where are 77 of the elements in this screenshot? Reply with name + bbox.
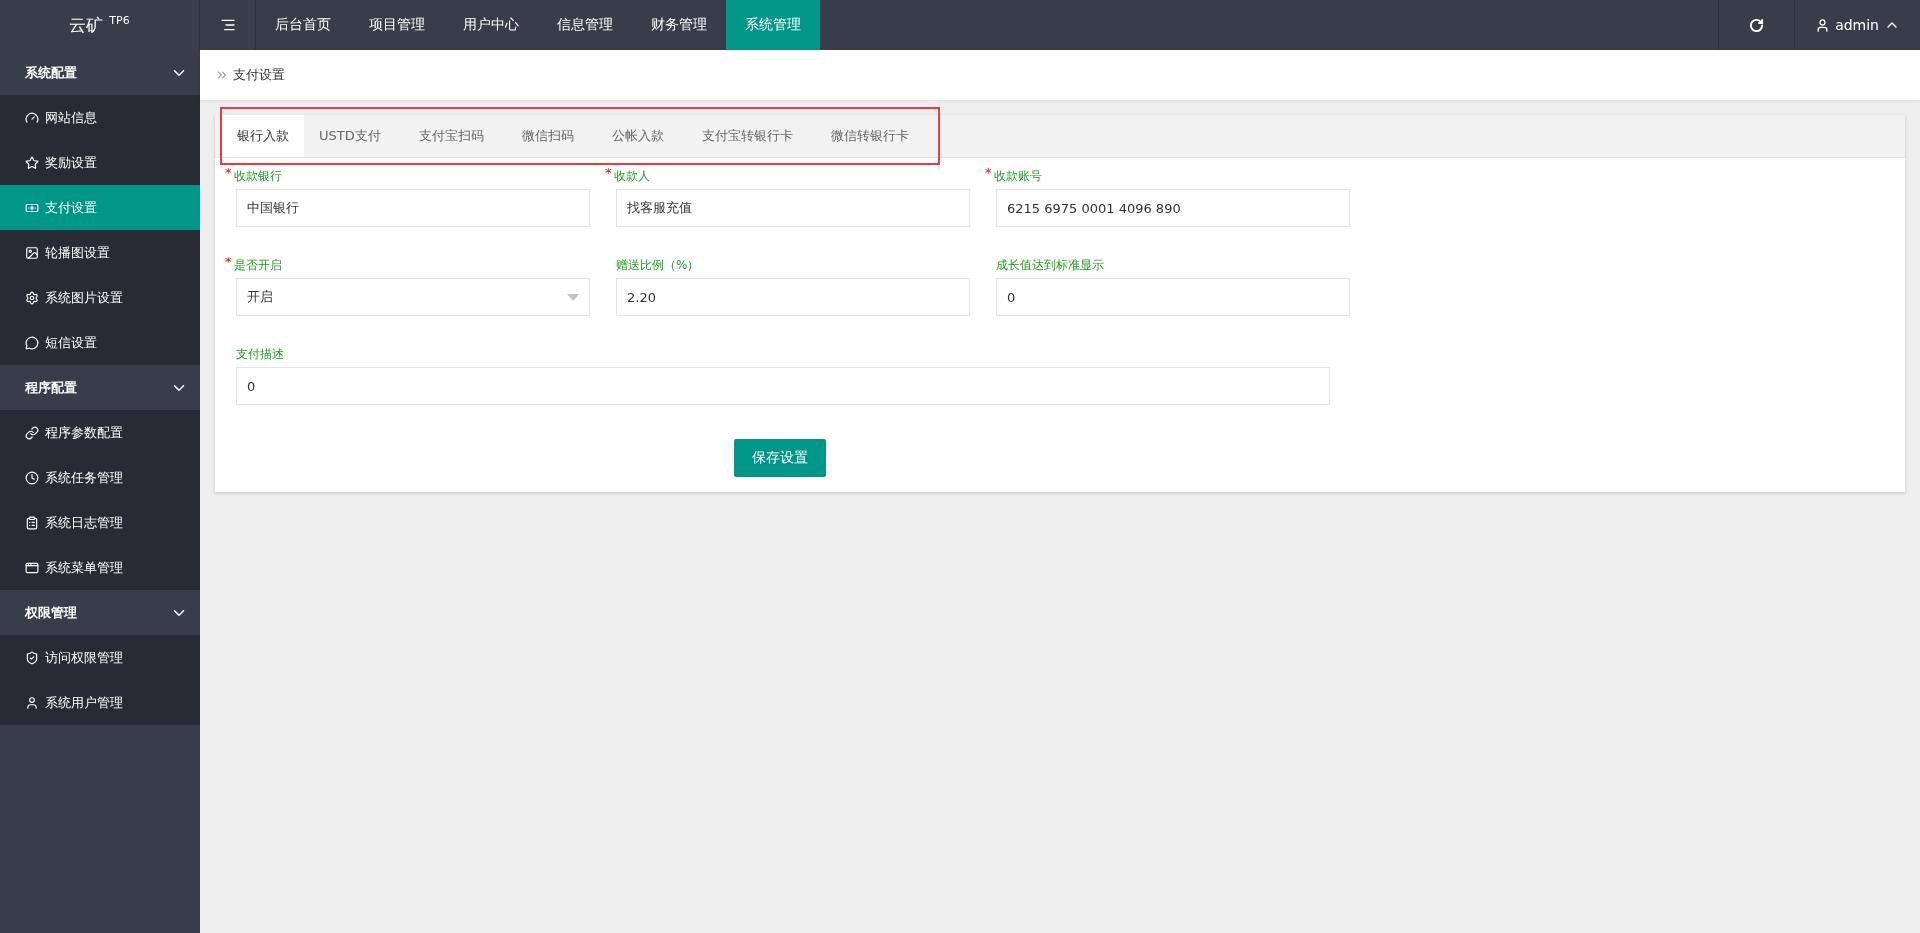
- logo-text: 云矿 $^{TP6}$: [69, 13, 130, 37]
- nav-item[interactable]: 项目管理: [350, 0, 444, 50]
- sidebar-item[interactable]: 系统图片设置: [0, 275, 200, 320]
- sidebar-item-label: 系统图片设置: [45, 288, 123, 307]
- field-label: 收款银行: [233, 168, 282, 185]
- clipboard-icon: [25, 515, 39, 530]
- sidebar-group[interactable]: 程序配置: [25, 378, 77, 397]
- window-icon: [25, 560, 39, 575]
- sidebar-item[interactable]: 系统菜单管理: [0, 545, 200, 590]
- input-field[interactable]: 找客服充值: [616, 189, 970, 227]
- sidebar-item-label: 网站信息: [45, 108, 97, 127]
- tab[interactable]: 银行入款: [222, 115, 304, 157]
- field-label: 支付描述: [236, 346, 284, 363]
- sidebar-group[interactable]: 系统配置: [25, 63, 77, 82]
- field-label: 赠送比例（%）: [616, 257, 700, 274]
- sidebar-item-label: 系统用户管理: [45, 693, 123, 712]
- field-label: 收款人: [613, 168, 650, 185]
- sidebar-item[interactable]: 访问权限管理: [0, 635, 200, 680]
- required-mark: *: [605, 168, 612, 178]
- breadcrumb[interactable]: 支付设置: [233, 66, 285, 84]
- refresh-icon[interactable]: [1749, 17, 1765, 33]
- user-icon: [25, 695, 39, 710]
- select-field[interactable]: 开启: [236, 278, 590, 316]
- sidebar-item-label: 系统任务管理: [45, 468, 123, 487]
- field-label: 成长值达到标准显示: [996, 257, 1104, 274]
- input-field[interactable]: 0: [236, 367, 1330, 405]
- gauge-icon: [25, 110, 39, 125]
- nav-item[interactable]: 财务管理: [632, 0, 726, 50]
- tab[interactable]: 支付宝扫码: [403, 115, 499, 157]
- shield-icon: [25, 650, 39, 665]
- field-label: 收款账号: [993, 168, 1042, 185]
- sidebar-item[interactable]: 轮播图设置: [0, 230, 200, 275]
- clock-icon: [25, 470, 39, 485]
- tab[interactable]: 微信转银行卡: [815, 115, 924, 157]
- sidebar-item-label: 程序参数配置: [45, 423, 123, 442]
- sidebar-item-label: 轮播图设置: [45, 243, 110, 262]
- sidebar-item-label: 系统日志管理: [45, 513, 123, 532]
- link-icon: [25, 425, 39, 440]
- sidebar-item[interactable]: 程序参数配置: [0, 410, 200, 455]
- nav-item[interactable]: 系统管理: [726, 0, 820, 50]
- star-icon: [25, 155, 39, 170]
- required-mark: *: [985, 168, 992, 178]
- sidebar-item[interactable]: 支付设置: [0, 185, 200, 230]
- sidebar-item[interactable]: 系统任务管理: [0, 455, 200, 500]
- sidebar-item[interactable]: 系统日志管理: [0, 500, 200, 545]
- tab[interactable]: 支付宝转银行卡: [686, 115, 808, 157]
- input-field[interactable]: 6215 6975 0001 4096 890: [996, 189, 1350, 227]
- tab[interactable]: USTD支付: [304, 115, 396, 157]
- tab[interactable]: 公帐入款: [596, 115, 679, 157]
- nav-item[interactable]: 后台首页: [256, 0, 350, 50]
- required-mark: *: [225, 168, 232, 178]
- menu-icon[interactable]: [219, 17, 236, 33]
- sidebar-item[interactable]: 网站信息: [0, 95, 200, 140]
- sidebar-group[interactable]: 权限管理: [25, 603, 77, 622]
- tab[interactable]: 微信扫码: [506, 115, 589, 157]
- sidebar-item-label: 支付设置: [45, 198, 97, 217]
- user-menu[interactable]: admin: [1835, 17, 1879, 33]
- sidebar-item-label: 短信设置: [45, 333, 97, 352]
- sidebar-item[interactable]: 系统用户管理: [0, 680, 200, 725]
- input-field[interactable]: 0: [996, 278, 1350, 316]
- sidebar-item[interactable]: 奖励设置: [0, 140, 200, 185]
- nav-item[interactable]: 信息管理: [538, 0, 632, 50]
- input-field[interactable]: 2.20: [616, 278, 970, 316]
- save-button[interactable]: 保存设置: [734, 439, 826, 477]
- field-label: 是否开启: [233, 257, 282, 274]
- image-icon: [25, 245, 39, 260]
- nav-item[interactable]: 用户中心: [444, 0, 538, 50]
- user-icon[interactable]: [1815, 17, 1831, 33]
- required-mark: *: [225, 257, 232, 267]
- chat-bubble-icon: [25, 335, 39, 350]
- sidebar-item-label: 访问权限管理: [45, 648, 123, 667]
- gear-icon: [25, 290, 39, 305]
- sidebar-item[interactable]: 短信设置: [0, 320, 200, 365]
- input-field[interactable]: 中国银行: [236, 189, 590, 227]
- sidebar-item-label: 系统菜单管理: [45, 558, 123, 577]
- sidebar-item-label: 奖励设置: [45, 153, 97, 172]
- chevrons-icon: [215, 68, 229, 82]
